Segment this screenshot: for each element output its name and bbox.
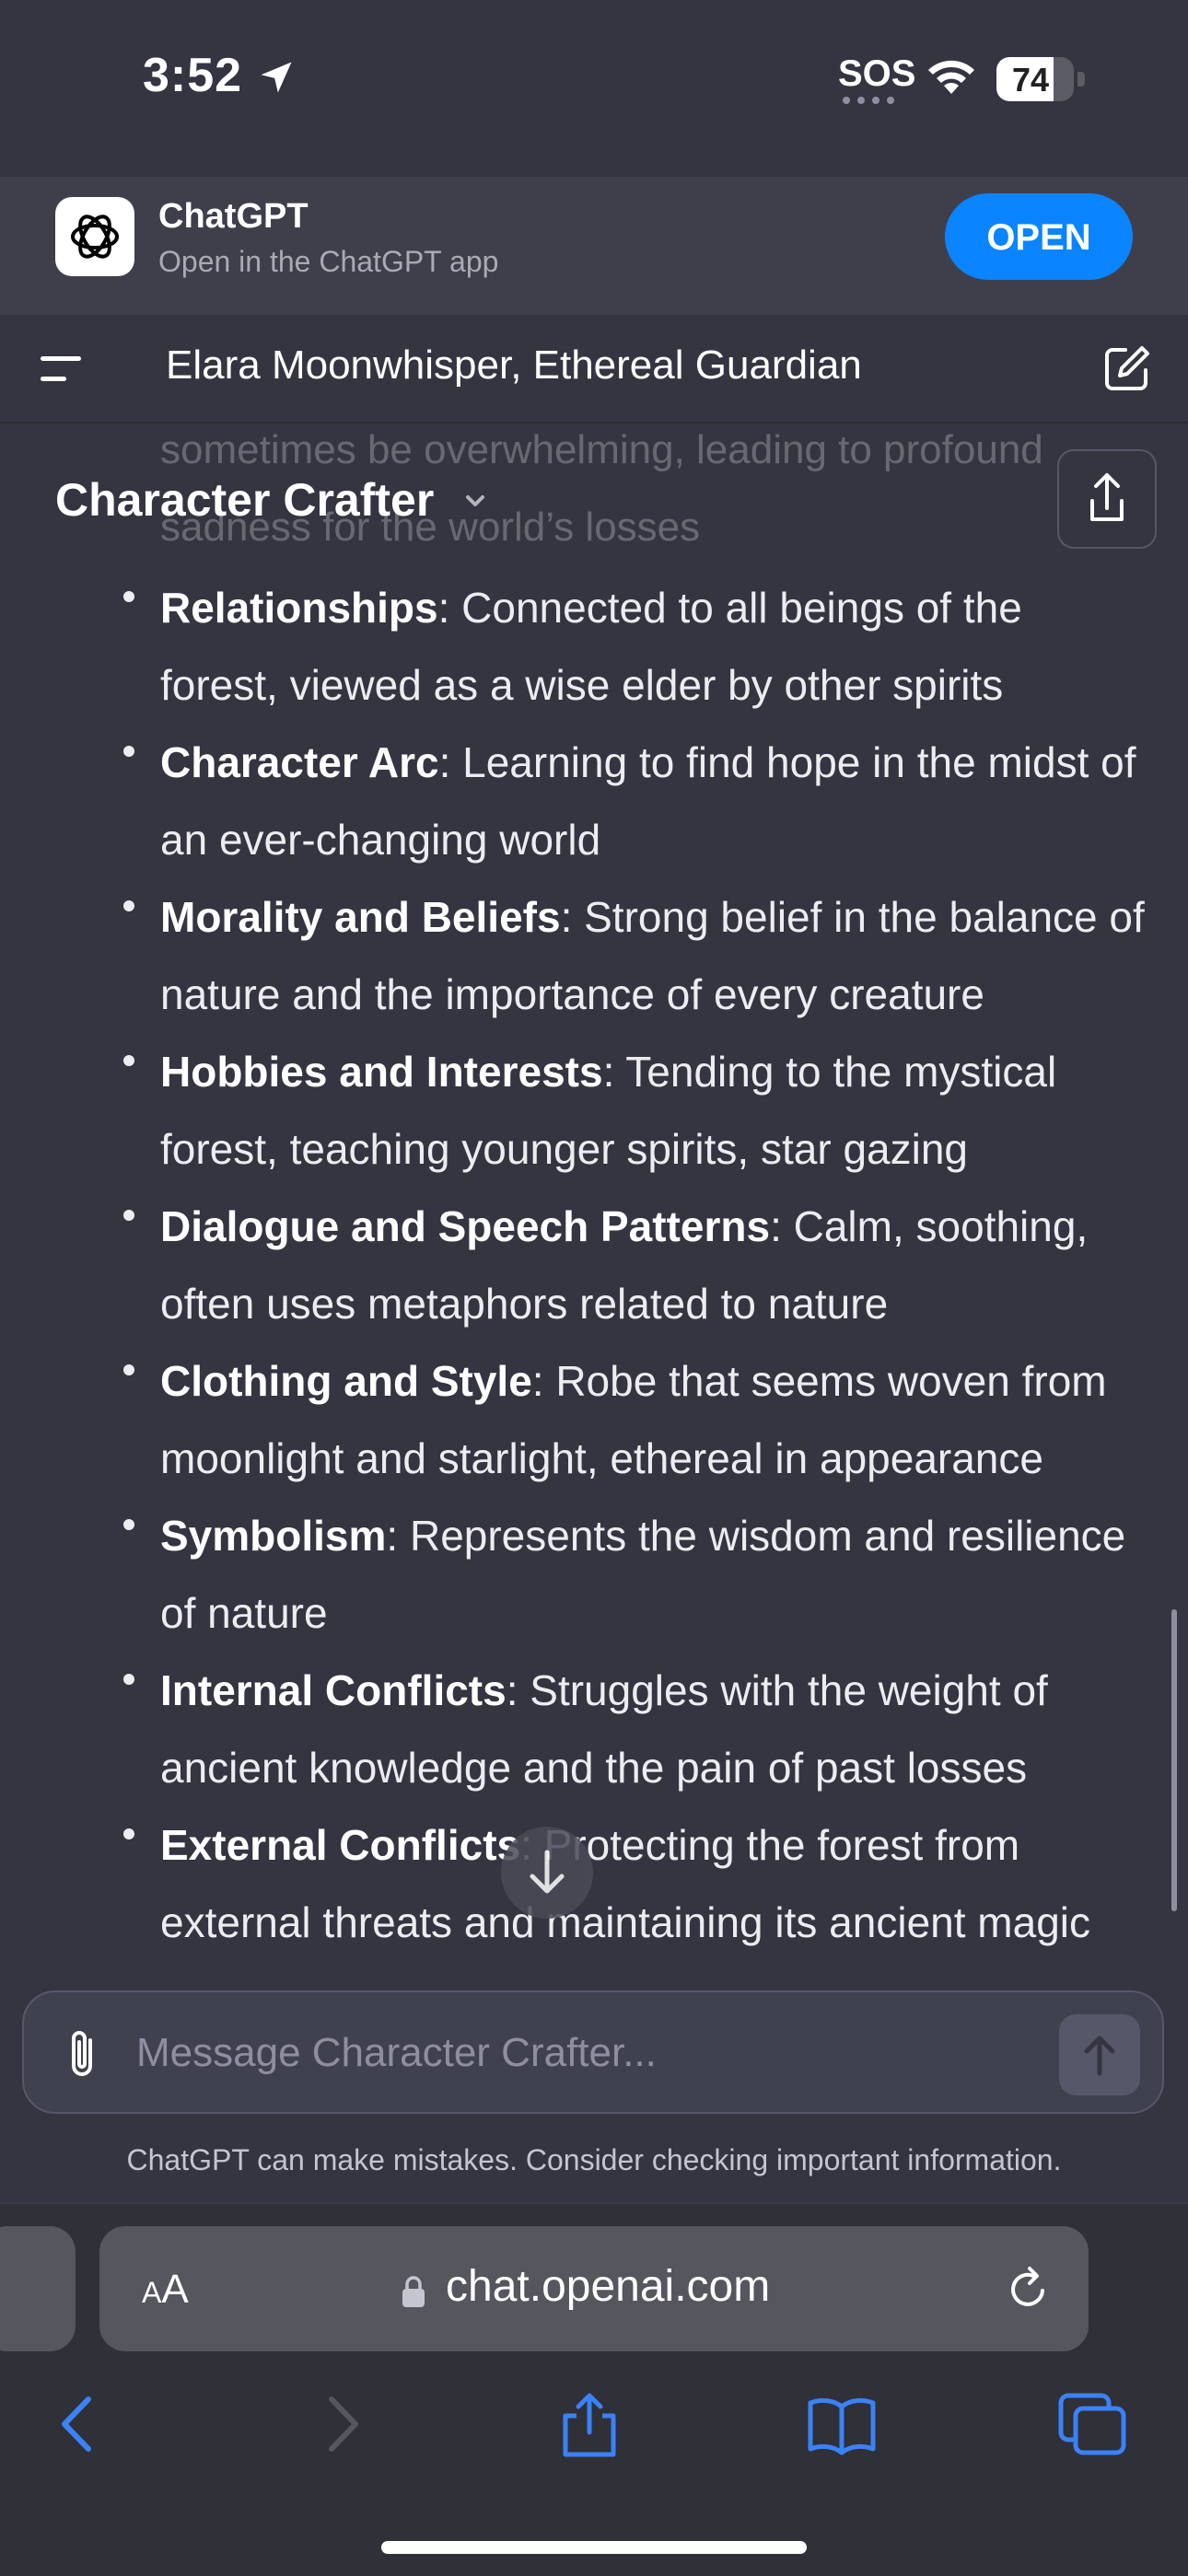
battery-indicator: 74: [996, 57, 1085, 101]
share-button[interactable]: [1057, 449, 1157, 549]
previous-tab-card[interactable]: [0, 2226, 76, 2351]
bookmarks-book-icon[interactable]: [805, 2390, 879, 2458]
model-selector[interactable]: Character Crafter: [55, 473, 434, 527]
new-chat-edit-icon[interactable]: [1101, 342, 1153, 394]
wifi-icon: [928, 60, 974, 94]
status-time: 3:52: [143, 49, 243, 102]
disclaimer-text: ChatGPT can make mistakes. Consider chec…: [126, 2143, 1062, 2176]
open-app-button[interactable]: OPEN: [945, 193, 1133, 280]
reload-icon[interactable]: [1002, 2263, 1054, 2315]
sos-indicator: SOS: [838, 53, 916, 94]
menu-icon[interactable]: [37, 345, 85, 391]
tabs-icon[interactable]: [1055, 2390, 1129, 2458]
faded-text-line: sometimes be overwhelming, leading to pr…: [160, 427, 1043, 472]
home-indicator[interactable]: [381, 2541, 807, 2554]
list-item: Dialogue and Speech Patterns: Calm, soot…: [0, 1188, 1188, 1342]
battery-percent: 74: [1011, 61, 1050, 99]
list-item: Relationships: Connected to all beings o…: [0, 569, 1188, 724]
list-item: External Conflicts: Protecting the fores…: [0, 1806, 1188, 1961]
chevron-down-icon[interactable]: [460, 486, 490, 516]
scroll-down-button[interactable]: [501, 1827, 593, 1919]
list-item: Character Arc: Learning to find hope in …: [0, 724, 1188, 878]
list-item: Symbolism: Represents the wisdom and res…: [0, 1497, 1188, 1652]
banner-subtitle: Open in the ChatGPT app: [158, 245, 499, 278]
lock-icon: [402, 2276, 425, 2307]
arrow-down-icon: [530, 1850, 565, 1894]
share-sheet-icon[interactable]: [553, 2390, 626, 2458]
signal-dots-icon: [843, 97, 894, 104]
location-arrow-icon: [261, 62, 292, 93]
list-item: Morality and Beliefs: Strong belief in t…: [0, 878, 1188, 1033]
reader-text-size-button[interactable]: AA: [142, 2267, 189, 2313]
message-bullet-list: Relationships: Connected to all beings o…: [0, 569, 1188, 1961]
chatgpt-logo-icon[interactable]: [55, 197, 134, 276]
forward-arrow-icon[interactable]: [304, 2390, 378, 2458]
message-input[interactable]: [134, 2022, 1041, 2084]
list-item: Internal Conflicts: Struggles with the w…: [0, 1652, 1188, 1806]
url-text[interactable]: chat.openai.com: [446, 2261, 770, 2312]
scrollbar[interactable]: [1171, 1609, 1177, 1911]
list-item: Clothing and Style: Robe that seems wove…: [0, 1342, 1188, 1497]
chat-title: Elara Moonwhisper, Ethereal Guardian: [166, 342, 862, 388]
send-button[interactable]: [1059, 2014, 1140, 2095]
share-icon: [1090, 473, 1124, 521]
banner-app-name: ChatGPT: [158, 197, 309, 236]
back-arrow-icon[interactable]: [42, 2390, 116, 2458]
attach-paperclip-icon[interactable]: [59, 2025, 105, 2083]
arrow-up-icon: [1084, 2036, 1115, 2076]
list-item: Hobbies and Interests: Tending to the my…: [0, 1033, 1188, 1188]
